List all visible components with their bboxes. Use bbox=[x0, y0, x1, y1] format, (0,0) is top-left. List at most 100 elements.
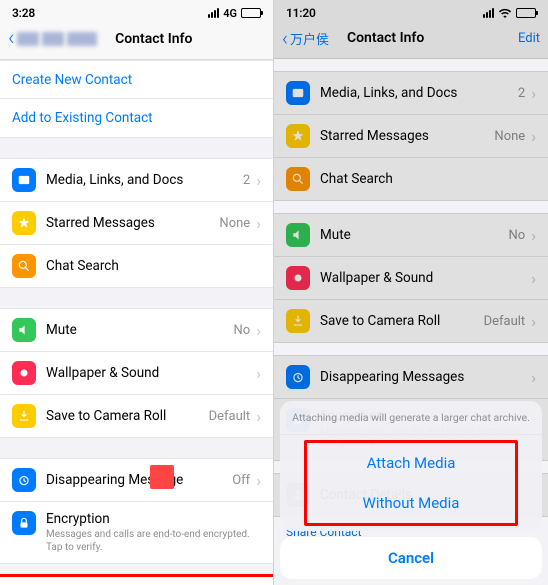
nav-bar: ‹ Contact Info bbox=[0, 22, 273, 60]
chevron-right-icon: › bbox=[256, 471, 261, 490]
search-icon bbox=[286, 167, 310, 191]
disappearing-messages-row[interactable]: Disappearing Message Off› bbox=[0, 459, 273, 502]
add-existing-contact-row[interactable]: Add to Existing Contact bbox=[0, 99, 273, 137]
row-value: 2› bbox=[243, 171, 261, 190]
mute-row[interactable]: Mute No› bbox=[274, 214, 548, 257]
chevron-right-icon: › bbox=[256, 407, 261, 426]
export-chat-row[interactable]: Export Chat bbox=[0, 574, 274, 585]
row-value: Off› bbox=[232, 471, 261, 490]
chevron-right-icon: › bbox=[531, 368, 536, 387]
chevron-right-icon: › bbox=[256, 321, 261, 340]
row-label: Disappearing Messages bbox=[320, 369, 464, 385]
media-links-docs-row[interactable]: Media, Links, and Docs 2› bbox=[274, 72, 548, 115]
row-label: Media, Links, and Docs bbox=[320, 85, 457, 101]
download-icon bbox=[12, 404, 36, 428]
row-label: Starred Messages bbox=[320, 128, 429, 144]
chevron-right-icon: › bbox=[531, 226, 536, 245]
row-label: Add to Existing Contact bbox=[12, 110, 153, 126]
timer-icon bbox=[286, 365, 310, 389]
wallpaper-icon bbox=[12, 361, 36, 385]
row-value: Default› bbox=[484, 312, 536, 331]
disappearing-messages-row[interactable]: Disappearing Messages › bbox=[274, 356, 548, 399]
chevron-right-icon: › bbox=[531, 312, 536, 331]
signal-icon bbox=[483, 8, 494, 18]
row-label: Mute bbox=[320, 227, 351, 243]
back-chevron-icon: ‹ bbox=[282, 26, 288, 50]
action-sheet-message: Attaching media will generate a larger c… bbox=[280, 401, 542, 435]
row-label: Chat Search bbox=[46, 258, 119, 274]
edit-button[interactable]: Edit bbox=[518, 31, 540, 46]
row-value: › bbox=[531, 269, 536, 288]
mute-row[interactable]: Mute No› bbox=[0, 309, 273, 352]
star-icon bbox=[286, 124, 310, 148]
chat-search-row[interactable]: Chat Search bbox=[0, 245, 273, 287]
action-sheet: Attaching media will generate a larger c… bbox=[274, 395, 548, 585]
chevron-right-icon: › bbox=[531, 84, 536, 103]
group-settings: Mute No› Wallpaper & Sound › Save to Cam… bbox=[0, 308, 273, 438]
chevron-right-icon: › bbox=[256, 364, 261, 383]
action-sheet-card: Attaching media will generate a larger c… bbox=[280, 401, 542, 531]
row-label: Media, Links, and Docs bbox=[46, 172, 183, 188]
row-label: Save to Camera Roll bbox=[320, 313, 440, 329]
back-button[interactable]: ‹万户侯 bbox=[282, 26, 329, 50]
status-bar: 3:28 4G bbox=[0, 0, 273, 22]
back-chevron-icon[interactable]: ‹ bbox=[8, 26, 15, 51]
speaker-icon bbox=[12, 318, 36, 342]
row-value: 2› bbox=[518, 84, 536, 103]
create-new-contact-row[interactable]: Create New Contact bbox=[0, 61, 273, 99]
group-media: Media, Links, and Docs 2› Starred Messag… bbox=[0, 158, 273, 288]
nav-bar: ‹万户侯 Contact Info Edit bbox=[274, 22, 548, 59]
row-label: Wallpaper & Sound bbox=[320, 270, 433, 286]
signal-icon bbox=[208, 8, 219, 18]
row-value: No› bbox=[233, 321, 261, 340]
chevron-right-icon: › bbox=[531, 269, 536, 288]
row-label: Encryption bbox=[46, 511, 261, 527]
row-label: Mute bbox=[46, 322, 77, 338]
battery-charging-icon bbox=[516, 8, 536, 18]
save-camera-roll-row[interactable]: Save to Camera Roll Default› bbox=[274, 300, 548, 342]
wallpaper-sound-row[interactable]: Wallpaper & Sound › bbox=[0, 352, 273, 395]
download-icon bbox=[286, 309, 310, 333]
nav-title: Contact Info bbox=[115, 31, 192, 47]
row-label: Wallpaper & Sound bbox=[46, 365, 159, 381]
star-icon bbox=[12, 211, 36, 235]
wallpaper-sound-row[interactable]: Wallpaper & Sound › bbox=[274, 257, 548, 300]
row-value: › bbox=[531, 368, 536, 387]
nav-title: Contact Info bbox=[347, 30, 424, 46]
group-contact-actions: Create New Contact Add to Existing Conta… bbox=[0, 60, 273, 138]
status-time: 3:28 bbox=[12, 6, 35, 20]
row-label: Save to Camera Roll bbox=[46, 408, 166, 424]
lock-icon bbox=[12, 511, 36, 535]
back-label-obscured[interactable] bbox=[17, 32, 97, 46]
group-media: Media, Links, and Docs 2› Starred Messag… bbox=[274, 71, 548, 201]
status-right: 4G bbox=[208, 7, 261, 20]
group-privacy: Disappearing Message Off› Encryption Mes… bbox=[0, 458, 273, 564]
chat-search-row[interactable]: Chat Search bbox=[274, 158, 548, 200]
group-settings: Mute No› Wallpaper & Sound › Save to Cam… bbox=[274, 213, 548, 343]
row-value: Default› bbox=[209, 407, 261, 426]
timer-icon bbox=[12, 468, 36, 492]
network-label: 4G bbox=[223, 7, 237, 20]
photos-icon bbox=[12, 168, 36, 192]
annotation-highlight: Attach Media Without Media bbox=[304, 440, 518, 526]
save-camera-roll-row[interactable]: Save to Camera Roll Default› bbox=[0, 395, 273, 437]
row-label: Chat Search bbox=[320, 171, 393, 187]
status-time: 11:20 bbox=[286, 6, 316, 20]
cancel-button[interactable]: Cancel bbox=[280, 537, 542, 579]
row-sublabel: Messages and calls are end-to-end encryp… bbox=[46, 528, 261, 554]
attach-media-button[interactable]: Attach Media bbox=[307, 443, 515, 483]
back-label: 万户侯 bbox=[290, 29, 329, 48]
without-media-button[interactable]: Without Media bbox=[307, 483, 515, 523]
starred-messages-row[interactable]: Starred Messages None› bbox=[274, 115, 548, 158]
chevron-right-icon: › bbox=[531, 127, 536, 146]
row-value: None› bbox=[219, 214, 261, 233]
row-value: No› bbox=[508, 226, 536, 245]
starred-messages-row[interactable]: Starred Messages None› bbox=[0, 202, 273, 245]
speaker-icon bbox=[286, 223, 310, 247]
chevron-right-icon: › bbox=[256, 214, 261, 233]
encryption-row[interactable]: Encryption Messages and calls are end-to… bbox=[0, 502, 273, 563]
media-links-docs-row[interactable]: Media, Links, and Docs 2› bbox=[0, 159, 273, 202]
photos-icon bbox=[286, 81, 310, 105]
row-label: Starred Messages bbox=[46, 215, 155, 231]
row-value: › bbox=[256, 364, 261, 383]
